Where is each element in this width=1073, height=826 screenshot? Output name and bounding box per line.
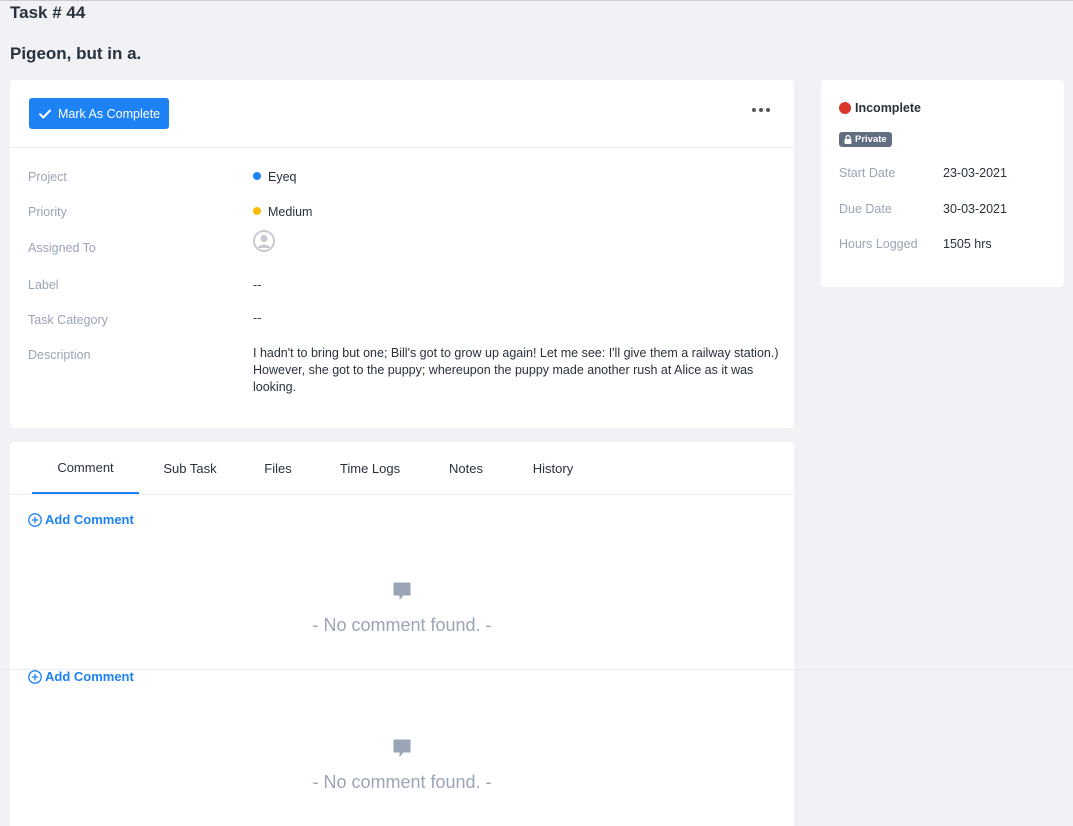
task-status-card: Incomplete Private Start Date 23-03-2021… xyxy=(821,80,1064,287)
status-dot-icon xyxy=(839,102,851,114)
mark-as-complete-button[interactable]: Mark As Complete xyxy=(29,98,169,129)
empty-comments: - No comment found. - xyxy=(10,581,794,636)
project-label: Project xyxy=(28,170,67,184)
empty-comments-secondary: - No comment found. - xyxy=(10,738,794,793)
due-date-label: Due Date xyxy=(839,202,892,216)
tab-comment[interactable]: Comment xyxy=(32,442,139,494)
description-text: I hadn't to bring but one; Bill's got to… xyxy=(253,346,779,394)
priority-value: Medium xyxy=(253,205,312,219)
tab-notes[interactable]: Notes xyxy=(435,442,497,494)
privacy-badge: Private xyxy=(839,132,892,147)
due-date-value: 30-03-2021 xyxy=(943,202,1007,216)
add-comment-link-secondary[interactable]: Add Comment xyxy=(28,669,134,684)
tab-history[interactable]: History xyxy=(520,442,586,494)
privacy-label: Private xyxy=(855,134,887,145)
add-comment-label: Add Comment xyxy=(45,512,134,527)
start-date-row: Start Date 23-03-2021 xyxy=(839,166,1007,180)
category-value: -- xyxy=(253,311,262,325)
label-label: Label xyxy=(28,278,59,292)
plus-circle-icon xyxy=(28,669,42,684)
tab-sub-task[interactable]: Sub Task xyxy=(150,442,230,494)
priority-row: Priority Medium xyxy=(28,205,312,219)
label-value: -- xyxy=(253,278,262,292)
tab-files[interactable]: Files xyxy=(250,442,306,494)
empty-comments-text-secondary: - No comment found. - xyxy=(312,772,492,792)
mark-as-complete-label: Mark As Complete xyxy=(58,106,161,121)
empty-comments-text: - No comment found. - xyxy=(312,615,492,635)
hours-logged-label: Hours Logged xyxy=(839,237,918,251)
due-date-row: Due Date 30-03-2021 xyxy=(839,202,1007,216)
label-row: Label -- xyxy=(28,278,261,292)
task-title: Pigeon, but in a. xyxy=(10,44,142,63)
priority-name: Medium xyxy=(268,205,313,219)
priority-dot-icon xyxy=(253,207,261,215)
task-details-header: Mark As Complete xyxy=(10,80,794,148)
user-avatar-icon[interactable] xyxy=(253,230,275,252)
description-row: Description xyxy=(28,348,91,362)
project-name: Eyeq xyxy=(268,170,297,184)
status-text: Incomplete xyxy=(855,101,921,115)
comment-icon xyxy=(393,582,411,600)
add-comment-label-secondary: Add Comment xyxy=(45,669,134,684)
start-date-value: 23-03-2021 xyxy=(943,166,1007,180)
lock-icon xyxy=(844,135,852,144)
category-label: Task Category xyxy=(28,313,108,327)
project-dot-icon xyxy=(253,172,261,180)
description-label: Description xyxy=(28,348,91,362)
project-row: Project Eyeq xyxy=(28,170,297,184)
tab-time-logs[interactable]: Time Logs xyxy=(328,442,412,494)
project-value[interactable]: Eyeq xyxy=(253,170,297,184)
hours-logged-value: 1505 hrs xyxy=(943,237,992,251)
assigned-label: Assigned To xyxy=(28,241,96,255)
priority-label: Priority xyxy=(28,205,67,219)
more-icon xyxy=(752,108,756,112)
more-options-button[interactable] xyxy=(752,104,770,116)
hours-logged-row: Hours Logged 1505 hrs xyxy=(839,237,992,251)
task-number: Task # 44 xyxy=(10,3,86,22)
task-tabs-card: Comment Sub Task Files Time Logs Notes H… xyxy=(10,442,794,826)
task-details-card: Mark As Complete Project Eyeq Priority M… xyxy=(10,80,794,428)
comment-icon xyxy=(393,739,411,757)
overlay-divider xyxy=(0,669,1073,670)
task-status: Incomplete xyxy=(839,101,921,115)
tab-bar: Comment Sub Task Files Time Logs Notes H… xyxy=(10,442,794,495)
assigned-row: Assigned To xyxy=(28,230,275,255)
category-row: Task Category -- xyxy=(28,311,261,327)
check-icon xyxy=(39,109,51,118)
plus-circle-icon xyxy=(28,512,42,527)
start-date-label: Start Date xyxy=(839,166,896,180)
add-comment-link[interactable]: Add Comment xyxy=(28,512,134,527)
